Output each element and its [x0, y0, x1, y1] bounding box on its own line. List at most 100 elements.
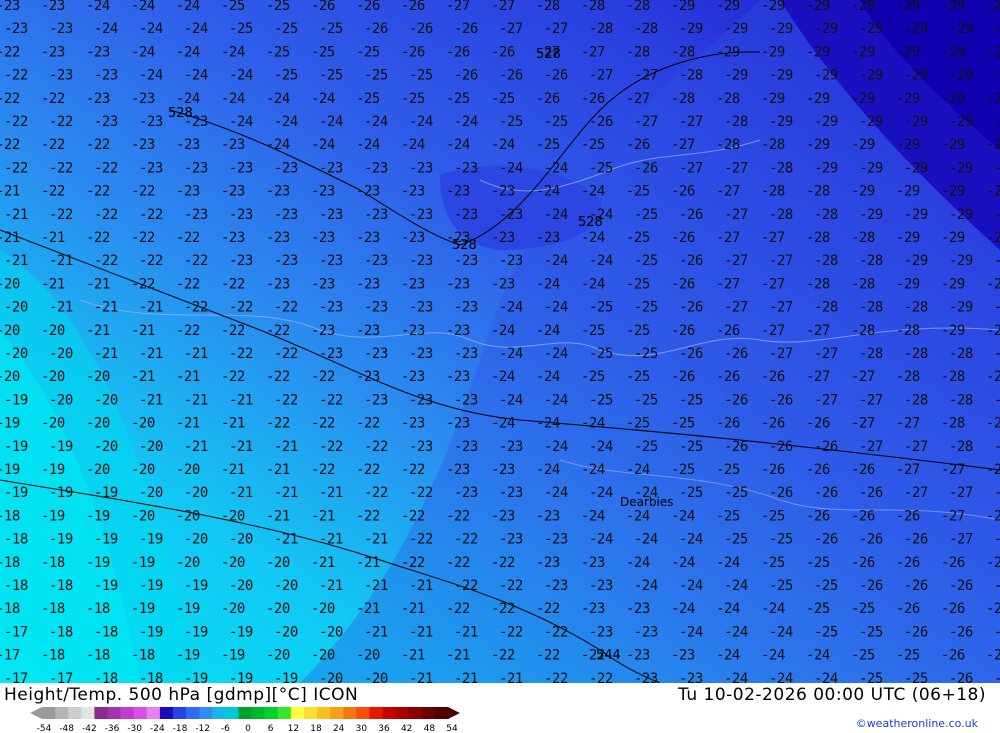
isotherm-label: -23: [139, 114, 163, 130]
legend-tick-labels: -54 -48 -42 -36 -30 -24 -18 -12 -6 0 6 12 18 24 30 36 42…: [37, 724, 458, 733]
isotherm-label: -23: [401, 184, 425, 200]
legend-swatch: [369, 707, 384, 719]
isotherm-label: -23: [491, 276, 515, 292]
isotherm-label: -17: [0, 648, 20, 664]
isotherm-label: -29: [986, 137, 1000, 153]
isotherm-label: -24: [139, 21, 163, 37]
isotherm-label: -20: [356, 648, 380, 664]
legend-swatch: [172, 707, 187, 719]
isotherm-label: -23: [409, 392, 433, 408]
isotherm-label: -25: [806, 601, 830, 617]
isotherm-label: -22: [176, 230, 200, 246]
isotherm-label: -22: [536, 648, 560, 664]
isotherm-label: -22: [41, 184, 65, 200]
isotherm-label: -23: [274, 253, 298, 269]
isotherm-label: -25: [356, 44, 380, 60]
isotherm-label: -21: [409, 578, 433, 594]
isotherm-label: -20: [49, 346, 73, 362]
isotherm-label: -22: [491, 648, 515, 664]
isotherm-label: -20: [4, 300, 28, 316]
isotherm-label: -20: [139, 439, 163, 455]
isotherm-label: -19: [49, 532, 73, 548]
isotherm-label: -21: [221, 416, 245, 432]
legend-swatch: [120, 707, 135, 719]
isotherm-label: -21: [266, 462, 290, 478]
isotherm-label: -22: [446, 508, 470, 524]
isotherm-label: -29: [761, 0, 785, 14]
isotherm-label: -23: [626, 648, 650, 664]
isotherm-label: -28: [671, 91, 695, 107]
isotherm-label: -22: [139, 253, 163, 269]
isotherm-label: -26: [446, 44, 470, 60]
isotherm-label: -29: [814, 21, 838, 37]
legend-tick-label: 54: [446, 724, 458, 733]
isotherm-label: -20: [184, 485, 208, 501]
isotherm-label: -27: [994, 532, 1000, 548]
isotherm-label: -28: [724, 114, 748, 130]
isotherm-label: -24: [806, 648, 830, 664]
isotherm-label: -24: [139, 68, 163, 84]
legend-tick-label: 36: [378, 724, 390, 733]
isotherm-label: -28: [806, 276, 830, 292]
isotherm-label: -25: [814, 624, 838, 640]
isotherm-label: -24: [131, 44, 155, 60]
isotherm-label: -19: [229, 624, 253, 640]
isotherm-label: -19: [139, 624, 163, 640]
isotherm-label: -20: [311, 648, 335, 664]
isotherm-label: -21: [131, 369, 155, 385]
isotherm-label: -23: [454, 392, 478, 408]
isotherm-label: -27: [544, 21, 568, 37]
isotherm-label: -23: [544, 578, 568, 594]
isotherm-label: -18: [0, 555, 20, 571]
isotherm-label: -20: [266, 601, 290, 617]
isotherm-label: -24: [724, 624, 748, 640]
isotherm-label: -19: [176, 648, 200, 664]
legend-swatches: [30, 707, 460, 719]
isotherm-label: -22: [536, 601, 560, 617]
credit-link[interactable]: ©weatheronline.co.uk: [856, 717, 978, 730]
isotherm-label: -29: [904, 21, 928, 37]
isotherm-label: -26: [679, 207, 703, 223]
isotherm-label: -25: [679, 485, 703, 501]
isotherm-label: -22: [311, 462, 335, 478]
isotherm-label: -29: [986, 91, 1000, 107]
isotherm-label: -23: [446, 369, 470, 385]
isotherm-label: -23: [274, 207, 298, 223]
isotherm-label: -22: [176, 323, 200, 339]
isotherm-label: -21: [176, 416, 200, 432]
isotherm-label: -23: [409, 346, 433, 362]
legend-swatch: [186, 707, 200, 719]
height-label-528: 528: [536, 47, 561, 62]
isotherm-label: -21: [229, 485, 253, 501]
isotherm-label: -20: [221, 555, 245, 571]
isotherm-label: -19: [131, 555, 155, 571]
isotherm-label: -21: [41, 276, 65, 292]
isotherm-label: -27: [814, 346, 838, 362]
isotherm-label: -22: [319, 439, 343, 455]
isotherm-label: -21: [274, 485, 298, 501]
legend-swatch: [107, 707, 122, 719]
isotherm-label: -24: [311, 137, 335, 153]
isotherm-label: -27: [806, 369, 830, 385]
isotherm-label: -24: [536, 462, 560, 478]
isotherm-label: -20: [94, 439, 118, 455]
isotherm-label: -22: [41, 137, 65, 153]
isotherm-label: -25: [626, 184, 650, 200]
isotherm-label: -23: [131, 137, 155, 153]
isotherm-label: -24: [761, 601, 785, 617]
isotherm-label: -23: [356, 230, 380, 246]
isotherm-label: -23: [311, 184, 335, 200]
isotherm-label: -29: [986, 276, 1000, 292]
isotherm-label: -25: [634, 207, 658, 223]
isotherm-label: -22: [401, 508, 425, 524]
isotherm-label: -23: [319, 300, 343, 316]
isotherm-label: -25: [904, 671, 928, 683]
isotherm-label: -25: [724, 532, 748, 548]
isotherm-label: -26: [761, 369, 785, 385]
isotherm-label: -25: [274, 68, 298, 84]
isotherm-label: -22: [4, 160, 28, 176]
isotherm-label: -18: [86, 648, 110, 664]
isotherm-label: -22: [94, 160, 118, 176]
isotherm-label: -26: [454, 68, 478, 84]
isotherm-label: -27: [724, 253, 748, 269]
